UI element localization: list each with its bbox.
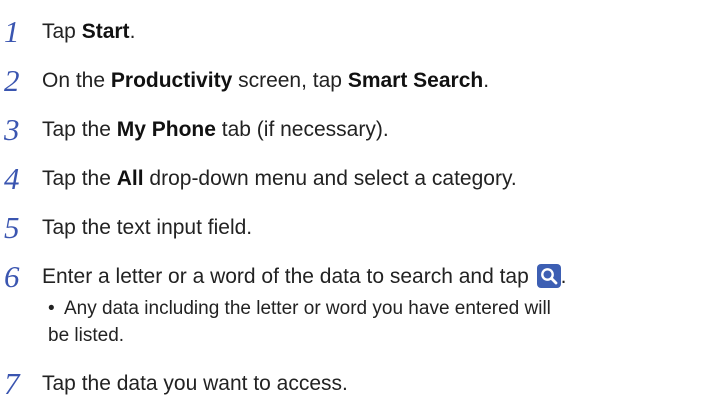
bullet-text-line-2: be listed. xyxy=(48,325,125,346)
step-text: Tap the text input field. xyxy=(42,208,252,248)
step-number: 4 xyxy=(4,161,20,196)
ui-term-start: Start xyxy=(81,20,130,43)
bullet-dot: • xyxy=(48,298,55,319)
step-text: Tap the All drop-down menu and select a … xyxy=(42,159,517,199)
text-fragment: Enter a letter or a word of the data to … xyxy=(42,265,535,288)
step-3: 3 Tap the My Phone tab (if necessary). xyxy=(0,110,710,150)
step-6: 6 Enter a letter or a word of the data t… xyxy=(0,257,710,297)
bullet-item: • Any data including the letter or word … xyxy=(48,296,708,322)
text-fragment: Tap the xyxy=(42,167,117,190)
step-text: Tap the data you want to access. xyxy=(42,364,348,404)
text-fragment: Tap the xyxy=(42,118,117,141)
text-fragment: Tap xyxy=(42,20,82,43)
text-fragment: . xyxy=(483,69,490,92)
step-1: 1 Tap Start. xyxy=(0,12,710,52)
text-fragment: screen, tap xyxy=(232,69,348,92)
step-number: 3 xyxy=(4,112,20,147)
text-fragment: Tap the text input field. xyxy=(42,216,253,239)
text-fragment: tab (if necessary). xyxy=(215,118,389,141)
step-number: 6 xyxy=(4,259,20,294)
text-fragment: . xyxy=(129,20,136,43)
step-number: 1 xyxy=(4,14,20,49)
search-icon xyxy=(536,262,561,288)
step-number: 5 xyxy=(4,210,20,245)
step-2: 2 On the Productivity screen, tap Smart … xyxy=(0,61,710,101)
step-text: Enter a letter or a word of the data to … xyxy=(42,257,566,297)
ui-term-my-phone: My Phone xyxy=(116,118,216,141)
step-number: 7 xyxy=(4,366,20,401)
text-fragment: drop-down menu and select a category. xyxy=(143,167,517,190)
ui-term-all: All xyxy=(116,167,144,190)
ui-term-productivity: Productivity xyxy=(110,69,233,92)
step-7: 7 Tap the data you want to access. xyxy=(0,364,710,404)
step-number: 2 xyxy=(4,63,20,98)
step-text: Tap Start. xyxy=(42,12,135,52)
text-fragment: Tap the data you want to access. xyxy=(42,372,348,395)
text-fragment: . xyxy=(560,265,567,288)
text-fragment: On the xyxy=(42,69,111,92)
step-5: 5 Tap the text input field. xyxy=(0,208,710,248)
bullet-text-line-1: Any data including the letter or word yo… xyxy=(64,298,551,319)
step-4: 4 Tap the All drop-down menu and select … xyxy=(0,159,710,199)
step-text: On the Productivity screen, tap Smart Se… xyxy=(42,61,489,101)
ui-term-smart-search: Smart Search xyxy=(347,69,484,92)
step-text: Tap the My Phone tab (if necessary). xyxy=(42,110,389,150)
